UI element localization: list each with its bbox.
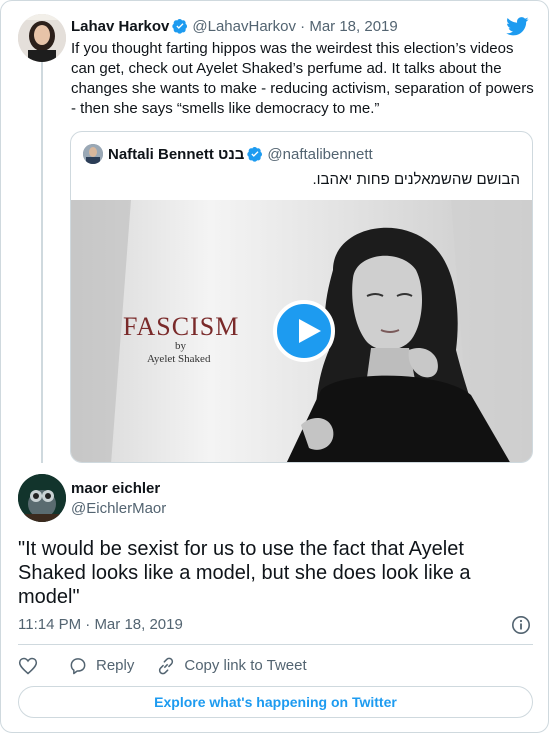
play-button[interactable] xyxy=(273,300,335,362)
separator-dot: · xyxy=(300,18,306,35)
copy-link-button[interactable]: Copy link to Tweet xyxy=(156,655,307,677)
author-name[interactable]: Lahav Harkov xyxy=(71,18,169,35)
twitter-bird-icon[interactable] xyxy=(506,17,529,36)
author-name[interactable]: maor eichler xyxy=(71,480,160,497)
heart-icon xyxy=(18,657,38,675)
separator-dot: · xyxy=(85,616,91,633)
divider xyxy=(18,644,533,645)
avatar[interactable] xyxy=(83,144,103,164)
verified-badge-icon xyxy=(172,19,188,34)
like-button[interactable] xyxy=(18,656,46,676)
thread-line xyxy=(41,61,43,463)
quoted-author-handle[interactable]: @naftalibennett xyxy=(267,146,372,163)
video-byline-by: by xyxy=(175,340,186,352)
link-icon xyxy=(159,657,174,675)
info-icon[interactable] xyxy=(511,615,531,635)
tweet-actions: Reply Copy link to Tweet xyxy=(18,655,329,677)
avatar[interactable] xyxy=(18,474,66,522)
tweet-timestamp[interactable]: 11:14 PM · Mar 18, 2019 xyxy=(18,615,183,635)
author-handle[interactable]: @LahavHarkov xyxy=(192,18,296,35)
quoted-author-name[interactable]: Naftali Bennett בנט xyxy=(108,146,244,163)
reply-author-name[interactable]: maor eichler xyxy=(71,479,160,499)
reply-author-handle[interactable]: @EichlerMaor xyxy=(71,499,166,519)
tweet-date[interactable]: Mar 18, 2019 xyxy=(94,616,182,633)
explore-twitter-button[interactable]: Explore what's happening on Twitter xyxy=(18,686,533,718)
reply-text: "It would be sexist for us to use the fa… xyxy=(18,538,471,608)
video-byline-name: Ayelet Shaked xyxy=(147,353,211,365)
video-title-word: FASCISM xyxy=(123,312,240,341)
tweet-header: Lahav Harkov @LahavHarkov · Mar 18, 2019 xyxy=(71,17,398,37)
quoted-tweet[interactable]: Naftali Bennett בנט @naftalibennett הבושם… xyxy=(70,131,533,463)
avatar[interactable] xyxy=(18,14,66,62)
reply-bubble-icon xyxy=(70,658,86,675)
embedded-tweet-card: Lahav Harkov @LahavHarkov · Mar 18, 2019 … xyxy=(0,0,549,733)
quoted-tweet-text: הבושם שהשמאלנים פחות יאהבו. xyxy=(312,171,520,188)
verified-badge-icon xyxy=(247,147,263,162)
play-icon xyxy=(299,319,321,343)
tweet-date[interactable]: Mar 18, 2019 xyxy=(309,18,397,35)
copy-link-label: Copy link to Tweet xyxy=(184,657,307,674)
tweet-text: If you thought farting hippos was the we… xyxy=(71,40,534,117)
video-thumbnail[interactable]: FASCISM by Ayelet Shaked xyxy=(71,200,532,462)
reply-label: Reply xyxy=(96,657,135,674)
quoted-tweet-header: Naftali Bennett בנט @naftalibennett xyxy=(83,144,373,165)
reply-button[interactable]: Reply xyxy=(68,655,134,677)
tweet-time[interactable]: 11:14 PM xyxy=(18,616,81,633)
